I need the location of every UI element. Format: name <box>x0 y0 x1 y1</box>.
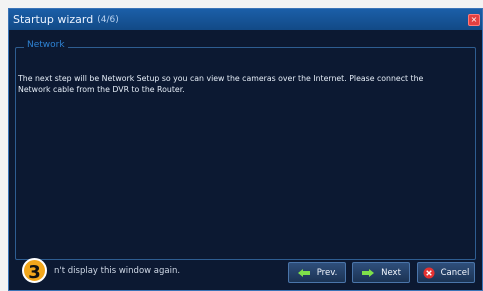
network-message: The next step will be Network Setup so y… <box>18 74 424 94</box>
next-label: Next <box>381 267 401 278</box>
network-legend: Network <box>24 40 68 50</box>
startup-wizard-window: Startup wizard (4/6) × Network <box>8 8 483 291</box>
dont-show-again-label[interactable]: n't display this window again. <box>54 266 180 276</box>
next-button[interactable]: Next <box>352 262 410 283</box>
x-icon <box>423 267 435 278</box>
cancel-button[interactable]: Cancel <box>417 262 475 283</box>
window-title: Startup wizard <box>13 13 94 26</box>
titlebar: Startup wizard (4/6) × <box>9 9 482 30</box>
arrow-right-icon <box>362 268 375 277</box>
step-indicator: (4/6) <box>97 14 119 25</box>
close-icon[interactable]: × <box>468 14 480 26</box>
arrow-left-icon <box>297 268 310 277</box>
prev-label: Prev. <box>316 267 338 278</box>
wizard-content: Network <box>9 30 482 290</box>
step-badge: 3 <box>22 258 47 283</box>
prev-button[interactable]: Prev. <box>288 262 346 283</box>
cancel-label: Cancel <box>440 267 470 278</box>
